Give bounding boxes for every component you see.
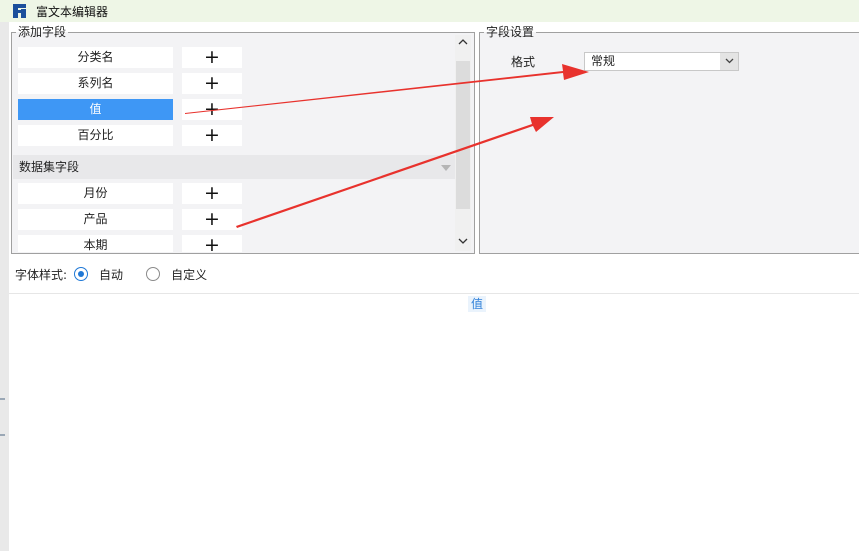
edge-mark	[0, 398, 5, 400]
format-label: 格式	[511, 55, 536, 69]
add-percent-button[interactable]: +	[182, 125, 242, 146]
edge-mark	[0, 434, 5, 436]
value-field-token[interactable]: 值	[468, 296, 487, 312]
field-value[interactable]: 值	[18, 99, 173, 120]
add-product-button[interactable]: +	[182, 209, 242, 230]
radio-custom-label[interactable]: 自定义	[171, 266, 207, 283]
add-fields-panel: 添加字段 分类名 + 系列名 + 值 + 百分比 + 数据集字段 月份 + 产品…	[11, 24, 475, 254]
title-bar: 富文本编辑器	[0, 0, 859, 22]
fields-scrollbar[interactable]	[455, 35, 471, 251]
field-current-period[interactable]: 本期	[18, 235, 173, 252]
font-style-row: 字体样式: 自动 自定义	[15, 265, 207, 283]
radio-auto[interactable]	[74, 267, 89, 281]
rich-text-editor-dialog: 富文本编辑器 添加字段 分类名 + 系列名 + 值 + 百分比 + 数据集字段 …	[0, 0, 859, 551]
format-dropdown[interactable]: 常规	[584, 52, 739, 71]
dropdown-chevron-icon[interactable]	[720, 53, 738, 70]
rich-text-content-area[interactable]: 值	[9, 294, 859, 551]
add-category-button[interactable]: +	[182, 47, 242, 68]
format-selected-value: 常规	[591, 54, 616, 68]
window-title: 富文本编辑器	[36, 4, 109, 19]
field-product[interactable]: 产品	[18, 209, 173, 230]
background-window-edge	[0, 22, 9, 551]
add-current-period-button[interactable]: +	[182, 235, 242, 252]
field-series-name[interactable]: 系列名	[18, 73, 173, 94]
add-fields-legend: 添加字段	[16, 24, 69, 40]
fine-report-logo-icon	[13, 4, 26, 18]
scroll-up-icon[interactable]	[455, 37, 471, 51]
add-month-button[interactable]: +	[182, 183, 242, 204]
field-month[interactable]: 月份	[18, 183, 173, 204]
collapse-arrow-icon[interactable]	[441, 165, 451, 171]
field-settings-legend: 字段设置	[484, 24, 537, 40]
add-series-button[interactable]: +	[182, 73, 242, 94]
field-settings-panel: 字段设置 格式 常规	[479, 24, 859, 254]
radio-custom[interactable]	[146, 267, 161, 281]
scroll-down-icon[interactable]	[455, 236, 471, 250]
radio-auto-label[interactable]: 自动	[99, 266, 123, 283]
scrollbar-thumb[interactable]	[456, 61, 470, 209]
field-category-name[interactable]: 分类名	[18, 47, 173, 68]
dataset-fields-header[interactable]: 数据集字段	[13, 155, 455, 179]
field-percent[interactable]: 百分比	[18, 125, 173, 146]
add-value-button[interactable]: +	[182, 99, 242, 120]
dataset-fields-title: 数据集字段	[19, 160, 80, 174]
field-row-current-clip: 本期 +	[18, 235, 244, 252]
font-style-label: 字体样式:	[15, 267, 68, 282]
